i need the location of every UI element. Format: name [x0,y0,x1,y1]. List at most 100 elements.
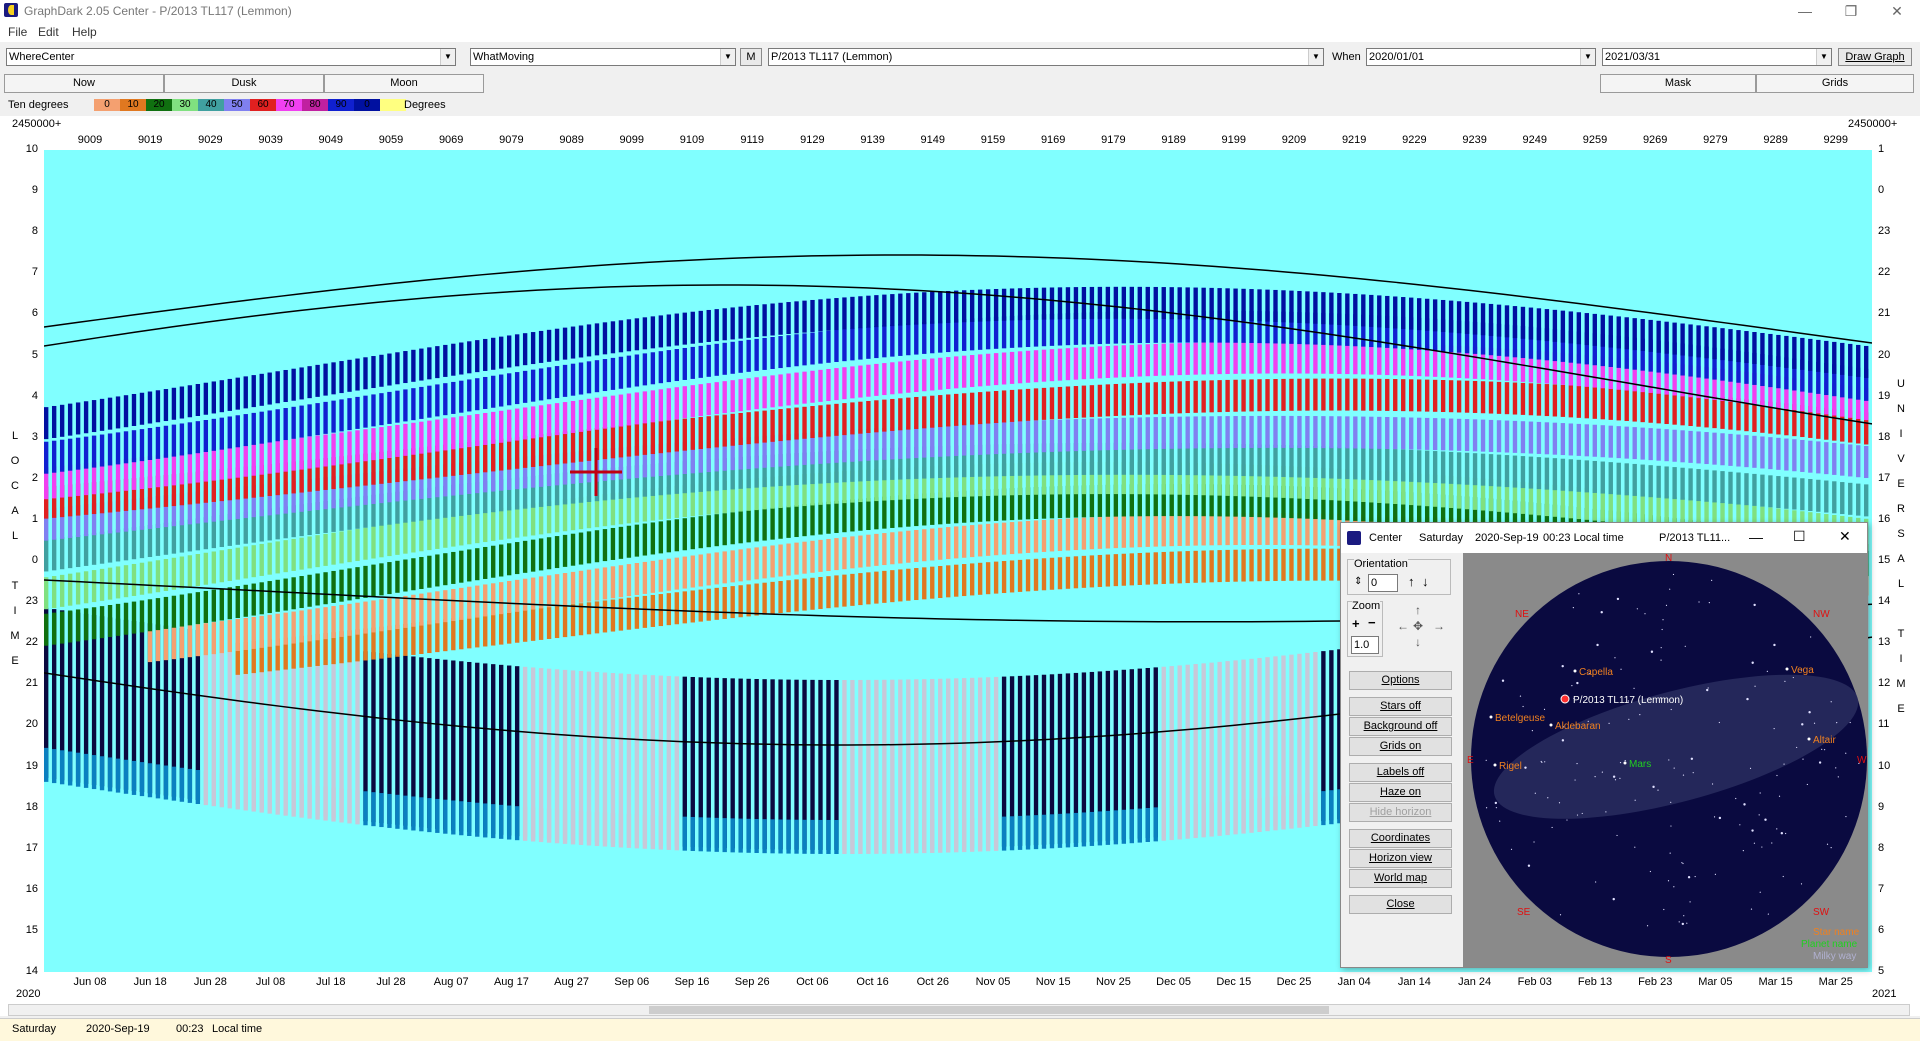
tab-moon[interactable]: Moon [324,74,484,93]
chevron-down-icon[interactable]: ▼ [1580,49,1595,65]
altitude-band-bar [1105,345,1111,378]
object-combo[interactable]: P/2013 TL117 (Lemmon) ▼ [768,48,1324,66]
altitude-band-bar [842,329,847,362]
altitude-band-bar [1049,287,1055,320]
draw-graph-button[interactable]: Draw Graph [1838,48,1912,66]
legend-swatch [380,99,406,111]
altitude-band-bar [475,511,480,544]
close-icon[interactable]: ✕ [1839,528,1851,545]
jd-tick: 9049 [318,134,344,146]
altitude-band-bar [969,392,975,425]
restore-icon[interactable]: ❐ [1828,0,1874,22]
date-tick: Oct 26 [916,976,949,988]
sky-button-haze-on[interactable]: Haze on [1349,783,1452,802]
altitude-band-bar [1424,450,1430,483]
arrow-up-icon[interactable]: ↑ [1408,574,1415,589]
sky-button-close[interactable]: Close [1349,895,1452,914]
orientation-value: 0 [1371,577,1378,589]
altitude-band-bar [459,513,464,546]
chevron-down-icon[interactable]: ▼ [440,49,455,65]
sky-button-labels-off[interactable]: Labels off [1349,763,1452,782]
altitude-band-bar [1225,379,1230,412]
altitude-band-bar [1113,286,1119,319]
altitude-band-bar [1033,558,1039,591]
tab-mask[interactable]: Mask [1600,74,1756,93]
altitude-band-bar [570,430,576,463]
altitude-band-bar [299,576,304,609]
pan-down-icon[interactable]: ↓ [1415,635,1421,649]
chevron-down-icon[interactable]: ▼ [1308,49,1323,65]
scrollbar-thumb[interactable] [649,1006,1329,1014]
sky-button-hide-horizon[interactable]: Hide horizon [1349,803,1452,822]
altitude-band-bar [1401,417,1406,450]
altitude-band-bar [802,406,807,439]
dusk-bar [227,774,232,809]
minimize-icon[interactable]: — [1749,529,1763,545]
pan-control[interactable]: ↑ ← ✥ → ↓ [1393,603,1449,659]
where-combo[interactable]: WhereCenter ▼ [6,48,456,66]
sky-button-background-off[interactable]: Background off [1349,717,1452,736]
pan-center-icon[interactable]: ✥ [1413,619,1423,633]
menu-edit[interactable]: Edit [38,25,59,39]
end-date-combo[interactable]: 2021/03/31 ▼ [1602,48,1832,66]
orientation-input[interactable]: 0 [1368,574,1398,592]
altitude-band-bar [985,289,991,322]
dusk-bar [1265,797,1270,832]
spin-icon[interactable]: ⇕ [1354,576,1362,587]
altitude-band-bar [898,569,903,602]
menu-file[interactable]: File [8,25,27,39]
tab-dusk[interactable]: Dusk [164,74,324,93]
star-dot [1743,803,1746,806]
altitude-band-bar [187,422,193,455]
pan-right-icon[interactable]: → [1433,619,1445,633]
altitude-band-bar [578,603,584,636]
altitude-band-bar [1225,513,1230,546]
what-combo[interactable]: WhatMoving ▼ [470,48,736,66]
pan-up-icon[interactable]: ↑ [1415,603,1421,617]
altitude-band-bar [754,411,759,444]
altitude-band-bar [483,546,488,579]
zoom-out-icon[interactable]: − [1368,615,1376,630]
sky-chart[interactable]: NNE NWE WSE SWSCapella VegaBetelgeuseAldebar… [1463,553,1867,967]
altitude-band-bar [674,387,679,420]
pan-left-icon[interactable]: ← [1397,619,1409,633]
menu-help[interactable]: Help [72,25,97,39]
chevron-down-icon[interactable]: ▼ [1816,49,1831,65]
sky-button-stars-off[interactable]: Stars off [1349,697,1452,716]
sky-button-grids-on[interactable]: Grids on [1349,737,1452,756]
arrow-down-icon[interactable]: ↓ [1422,574,1429,589]
sky-button-world-map[interactable]: World map [1349,869,1452,888]
dusk-bar [954,818,959,853]
altitude-band-bar [794,505,799,538]
altitude-band-bar [1856,483,1861,516]
start-date-combo[interactable]: 2020/01/01 ▼ [1366,48,1596,66]
sky-button-horizon-view[interactable]: Horizon view [1349,849,1452,868]
star-dot [1754,685,1756,687]
sky-button-coordinates[interactable]: Coordinates [1349,829,1452,848]
horizontal-scrollbar[interactable] [8,1004,1910,1016]
zoom-input[interactable]: 1.0 [1351,636,1379,654]
m-button[interactable]: M [740,48,762,66]
tab-now[interactable]: Now [4,74,164,93]
altitude-band-bar [1369,378,1374,411]
maximize-icon[interactable]: ☐ [1793,528,1806,545]
altitude-band-bar [291,438,296,471]
star-dot [1531,730,1533,732]
altitude-band-bar [1129,344,1134,377]
dusk-bar [443,799,448,834]
altitude-band-bar [171,557,177,590]
altitude-band-bar [706,515,711,548]
dusk-bar [738,818,743,853]
altitude-band-bar [1081,347,1087,380]
close-icon[interactable]: ✕ [1874,0,1920,22]
tab-grids[interactable]: Grids [1756,74,1914,93]
minimize-icon[interactable]: — [1782,0,1828,22]
dusk-bar [658,815,664,850]
zoom-in-icon[interactable]: + [1352,616,1360,631]
altitude-band-bar [251,443,256,476]
chevron-down-icon[interactable]: ▼ [720,49,735,65]
jd-tick: 9099 [619,134,645,146]
altitude-band-bar [802,300,807,333]
altitude-band-bar [570,326,576,359]
sky-button-options[interactable]: Options [1349,671,1452,690]
